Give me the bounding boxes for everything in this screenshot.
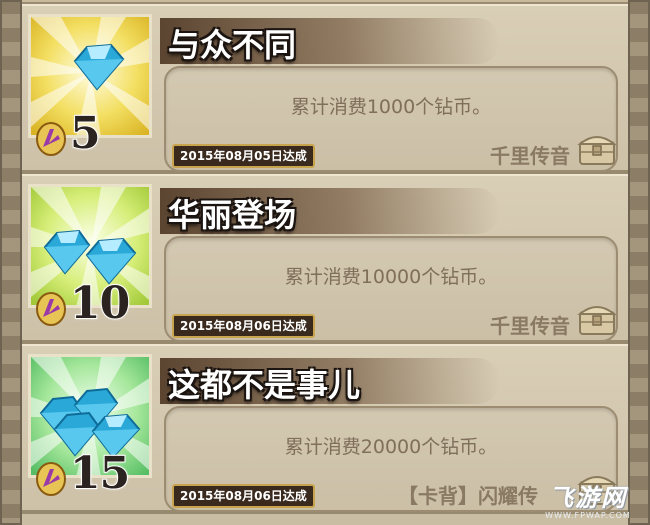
reward-label: 千里传音 [490, 314, 570, 338]
achievement-list[interactable]: 5 与众不同 累计消费1000个钻币。 2015年08月05日达成 千里传音 1… [22, 0, 628, 525]
reward-label: 【卡背】闪耀传 [398, 484, 538, 508]
completion-date-badge: 2015年08月06日达成 [172, 314, 315, 338]
achievement-count: 10 [69, 277, 131, 330]
site-watermark: 飞游网 WWW.FPWAP.COM [532, 485, 644, 521]
watermark-logo-text: 飞游网 [549, 484, 627, 512]
achievement-count: 5 [69, 107, 102, 160]
reward-label: 千里传音 [490, 144, 570, 168]
achievement-row[interactable]: 10 华丽登场 累计消费10000个钻币。 2015年08月06日达成 千里传音 [22, 174, 628, 344]
achievement-title: 这都不是事儿 [168, 366, 361, 404]
left-frame-border [0, 0, 22, 525]
medal-icon [36, 122, 66, 156]
treasure-chest-icon[interactable] [576, 298, 618, 340]
achievement-row[interactable]: 5 与众不同 累计消费1000个钻币。 2015年08月05日达成 千里传音 [22, 4, 628, 174]
achievement-description: 累计消费20000个钻币。 [284, 436, 498, 458]
medal-icon [36, 462, 66, 496]
completion-date-badge: 2015年08月05日达成 [172, 144, 315, 168]
achievement-count: 15 [69, 447, 131, 500]
treasure-chest-icon[interactable] [576, 128, 618, 170]
achievement-description: 累计消费10000个钻币。 [284, 266, 498, 288]
medal-icon [36, 292, 66, 326]
achievement-title: 与众不同 [168, 26, 297, 64]
achievement-title: 华丽登场 [168, 196, 297, 234]
right-frame-border [628, 0, 650, 525]
achievement-description: 累计消费1000个钻币。 [290, 96, 492, 118]
completion-date-badge: 2015年08月06日达成 [172, 484, 315, 508]
watermark-url: WWW.FPWAP.COM [545, 511, 631, 520]
